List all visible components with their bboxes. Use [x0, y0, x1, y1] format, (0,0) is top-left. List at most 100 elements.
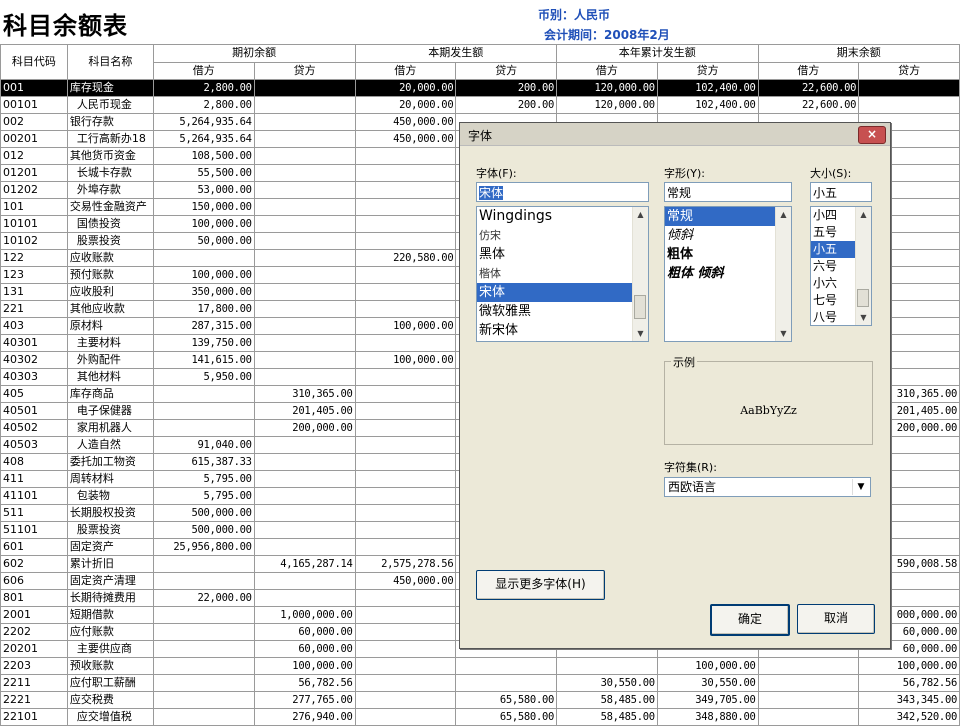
account-code[interactable]: 40301: [0, 334, 68, 352]
account-name[interactable]: 银行存款: [66, 113, 154, 131]
amount-cell[interactable]: 55,500.00: [152, 164, 255, 182]
account-name[interactable]: 预收账款: [66, 657, 154, 675]
account-code[interactable]: 51101: [0, 521, 68, 539]
account-code[interactable]: 01201: [0, 164, 68, 182]
amount-cell[interactable]: [354, 164, 457, 182]
account-code[interactable]: 22101: [0, 708, 68, 726]
account-name[interactable]: 人民币现金: [66, 96, 154, 114]
amount-cell[interactable]: 65,580.00: [455, 708, 558, 726]
amount-cell[interactable]: [152, 691, 255, 709]
amount-cell[interactable]: 277,765.00: [253, 691, 356, 709]
table-row[interactable]: 2211 应付职工薪酬 56,782.56 30,550.00 30,550.00 56,…: [0, 674, 960, 692]
account-code[interactable]: 2211: [0, 674, 68, 692]
scroll-up-icon[interactable]: ▲: [776, 207, 791, 222]
amount-cell[interactable]: [757, 674, 860, 692]
amount-cell[interactable]: [455, 657, 558, 675]
amount-cell[interactable]: [354, 402, 457, 420]
scroll-down-icon[interactable]: ▼: [856, 310, 871, 325]
font-list-item[interactable]: 新宋体: [477, 321, 648, 340]
font-list-item[interactable]: 微软雅黑: [477, 302, 648, 321]
font-style-input[interactable]: 常规: [664, 182, 792, 202]
amount-cell[interactable]: [354, 300, 457, 318]
font-list-item[interactable]: 楷体: [477, 264, 648, 283]
account-name[interactable]: 外购配件: [66, 351, 154, 369]
account-code[interactable]: 2203: [0, 657, 68, 675]
account-name[interactable]: 其他货币资金: [66, 147, 154, 165]
amount-cell[interactable]: 500,000.00: [152, 521, 255, 539]
amount-cell[interactable]: 5,264,935.64: [152, 130, 255, 148]
font-size-input[interactable]: 小五: [810, 182, 872, 202]
amount-cell[interactable]: 102,400.00: [656, 79, 759, 97]
dialog-titlebar[interactable]: 字体 ×: [460, 123, 890, 146]
account-code[interactable]: 2221: [0, 691, 68, 709]
amount-cell[interactable]: 141,615.00: [152, 351, 255, 369]
account-name[interactable]: 外埠存款: [66, 181, 154, 199]
amount-cell[interactable]: 5,950.00: [152, 368, 255, 386]
table-row[interactable]: 00101 人民币现金 2,800.00 20,000.00 200.00 120,00…: [0, 96, 960, 114]
account-name[interactable]: 工行高新办18: [66, 130, 154, 148]
scroll-down-icon[interactable]: ▼: [776, 326, 791, 341]
amount-cell[interactable]: 220,580.00: [354, 249, 457, 267]
amount-cell[interactable]: [253, 79, 356, 97]
chevron-down-icon[interactable]: ▼: [852, 479, 869, 495]
amount-cell[interactable]: [253, 487, 356, 505]
ok-button[interactable]: 确定: [710, 604, 790, 636]
account-name[interactable]: 固定资产清理: [66, 572, 154, 590]
account-code[interactable]: 2202: [0, 623, 68, 641]
amount-cell[interactable]: [354, 691, 457, 709]
amount-cell[interactable]: 348,880.00: [656, 708, 759, 726]
account-code[interactable]: 20201: [0, 640, 68, 658]
account-code[interactable]: 602: [0, 555, 68, 573]
amount-cell[interactable]: 200.00: [455, 96, 558, 114]
account-name[interactable]: 人造自然: [66, 436, 154, 454]
amount-cell[interactable]: 22,600.00: [757, 96, 860, 114]
amount-cell[interactable]: [152, 674, 255, 692]
account-code[interactable]: 40303: [0, 368, 68, 386]
font-list-item[interactable]: 黑体: [477, 245, 648, 264]
account-name[interactable]: 委托加工物资: [66, 453, 154, 471]
amount-cell[interactable]: 100,000.00: [152, 215, 255, 233]
account-name[interactable]: 应付职工薪酬: [66, 674, 154, 692]
account-code[interactable]: 408: [0, 453, 68, 471]
amount-cell[interactable]: 349,705.00: [656, 691, 759, 709]
cancel-button[interactable]: 取消: [797, 604, 875, 634]
amount-cell[interactable]: 60,000.00: [253, 640, 356, 658]
account-name[interactable]: 库存现金: [66, 79, 154, 97]
amount-cell[interactable]: 350,000.00: [152, 283, 255, 301]
account-name[interactable]: 家用机器人: [66, 419, 154, 437]
amount-cell[interactable]: 2,800.00: [152, 96, 255, 114]
font-list-item[interactable]: 宋体: [477, 283, 648, 302]
account-name[interactable]: 国债投资: [66, 215, 154, 233]
amount-cell[interactable]: [253, 436, 356, 454]
amount-cell[interactable]: [858, 79, 960, 97]
amount-cell[interactable]: 450,000.00: [354, 572, 457, 590]
amount-cell[interactable]: 5,795.00: [152, 487, 255, 505]
amount-cell[interactable]: 310,365.00: [253, 385, 356, 403]
amount-cell[interactable]: [152, 572, 255, 590]
account-code[interactable]: 41101: [0, 487, 68, 505]
scroll-thumb[interactable]: [634, 295, 646, 319]
font-style-list[interactable]: 常规 倾斜 粗体 粗体 倾斜 ▲ ▼: [664, 206, 792, 342]
amount-cell[interactable]: 60,000.00: [253, 623, 356, 641]
account-name[interactable]: 预付账款: [66, 266, 154, 284]
amount-cell[interactable]: [354, 436, 457, 454]
amount-cell[interactable]: 450,000.00: [354, 113, 457, 131]
account-code[interactable]: 122: [0, 249, 68, 267]
amount-cell[interactable]: 100,000.00: [858, 657, 960, 675]
amount-cell[interactable]: 343,345.00: [858, 691, 960, 709]
account-name[interactable]: 交易性金融资产: [66, 198, 154, 216]
amount-cell[interactable]: 108,500.00: [152, 147, 255, 165]
account-name[interactable]: 短期借款: [66, 606, 154, 624]
amount-cell[interactable]: [354, 521, 457, 539]
amount-cell[interactable]: [253, 164, 356, 182]
amount-cell[interactable]: [757, 708, 860, 726]
account-code[interactable]: 00201: [0, 130, 68, 148]
amount-cell[interactable]: [253, 521, 356, 539]
account-name[interactable]: 电子保健器: [66, 402, 154, 420]
amount-cell[interactable]: [757, 657, 860, 675]
amount-cell[interactable]: [253, 215, 356, 233]
amount-cell[interactable]: [455, 674, 558, 692]
amount-cell[interactable]: [253, 232, 356, 250]
account-code[interactable]: 511: [0, 504, 68, 522]
amount-cell[interactable]: [354, 283, 457, 301]
